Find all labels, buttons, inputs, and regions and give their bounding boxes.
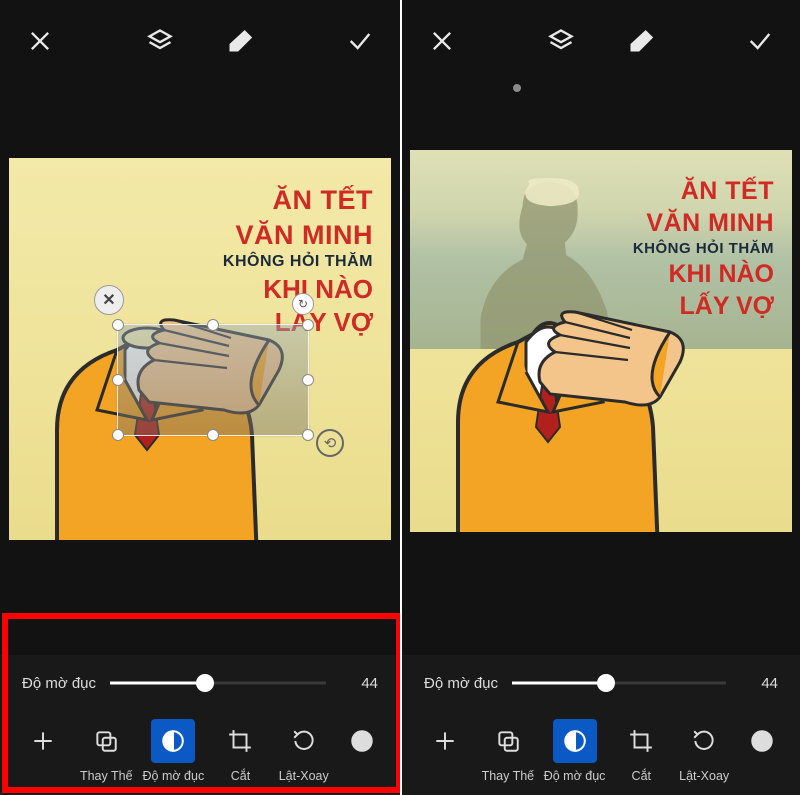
meme-text-line: ĂN TẾT xyxy=(223,183,373,218)
layers-icon[interactable] xyxy=(146,27,174,55)
flip-rotate-icon xyxy=(282,719,326,763)
add-layer-button[interactable] xyxy=(418,719,472,769)
bottom-panel: Độ mờ đục 44 Thay Thế xyxy=(0,655,400,795)
add-layer-button[interactable] xyxy=(16,719,70,769)
top-bar xyxy=(402,0,800,82)
replace-icon xyxy=(486,719,530,763)
bottom-panel: Độ mờ đục 44 Thay Thế xyxy=(402,655,800,795)
check-icon[interactable] xyxy=(346,27,374,55)
region-tool[interactable]: Vùn xyxy=(740,719,784,783)
mini-slider[interactable] xyxy=(402,82,800,94)
eraser-icon[interactable] xyxy=(226,27,254,55)
editor-pane-right: ĂN TẾT VĂN MINH KHÔNG HỎI THĂM KHI NÀO L… xyxy=(400,0,800,795)
flip-rotate-tool[interactable]: Lật-Xoay xyxy=(277,719,331,783)
opacity-slider[interactable] xyxy=(110,673,326,693)
opacity-label: Độ mờ đục xyxy=(424,675,498,692)
check-icon[interactable] xyxy=(746,27,774,55)
image-canvas[interactable]: ĂN TẾT VĂN MINH KHÔNG HỎI THĂM KHI NÀO L… xyxy=(410,150,792,532)
region-icon xyxy=(740,719,784,763)
flip-rotate-icon xyxy=(682,719,726,763)
resize-handle[interactable] xyxy=(207,319,219,331)
flip-rotate-tool[interactable]: Lật-Xoay xyxy=(677,719,731,783)
crop-tool[interactable]: Cắt xyxy=(614,719,668,783)
opacity-tool[interactable]: Độ mờ đục xyxy=(544,719,606,783)
region-tool[interactable]: Vùn xyxy=(340,719,384,783)
resize-handle[interactable] xyxy=(302,374,314,386)
opacity-slider[interactable] xyxy=(512,673,726,693)
close-icon[interactable] xyxy=(26,27,54,55)
reset-rotation-icon[interactable]: ↻ xyxy=(292,293,314,315)
resize-handle[interactable] xyxy=(207,429,219,441)
opacity-tool[interactable]: Độ mờ đục xyxy=(143,719,205,783)
replace-tool[interactable]: Thay Thế xyxy=(79,719,133,783)
image-canvas[interactable]: ĂN TẾT VĂN MINH KHÔNG HỎI THĂM KHI NÀO L… xyxy=(9,158,391,540)
opacity-value: 44 xyxy=(740,675,778,692)
transform-box[interactable]: ✕ ↻ ⟲ xyxy=(117,324,309,436)
region-icon xyxy=(340,719,384,763)
meme-text-line: VĂN MINH xyxy=(223,218,373,253)
tool-row: Thay Thế Độ mờ đục Cắt xyxy=(12,711,388,787)
replace-icon xyxy=(84,719,128,763)
top-bar xyxy=(0,0,400,82)
eraser-icon[interactable] xyxy=(627,27,655,55)
meme-text-line: VĂN MINH xyxy=(633,207,774,239)
resize-handle[interactable] xyxy=(112,319,124,331)
resize-handle[interactable] xyxy=(112,429,124,441)
delete-layer-icon[interactable]: ✕ xyxy=(94,285,124,315)
close-icon[interactable] xyxy=(428,27,456,55)
replace-tool[interactable]: Thay Thế xyxy=(481,719,535,783)
layers-icon[interactable] xyxy=(547,27,575,55)
resize-handle[interactable] xyxy=(302,429,314,441)
crop-icon xyxy=(218,719,262,763)
meme-character-suit xyxy=(410,252,698,532)
opacity-value: 44 xyxy=(340,675,378,692)
crop-tool[interactable]: Cắt xyxy=(213,719,267,783)
resize-handle[interactable] xyxy=(112,374,124,386)
opacity-label: Độ mờ đục xyxy=(22,675,96,692)
free-rotate-icon[interactable]: ⟲ xyxy=(316,429,344,457)
opacity-icon xyxy=(553,719,597,763)
tool-row: Thay Thế Độ mờ đục Cắt xyxy=(414,711,788,787)
editor-pane-left: ĂN TẾT VĂN MINH KHÔNG HỎI THĂM KHI NÀO L… xyxy=(0,0,400,795)
crop-icon xyxy=(619,719,663,763)
resize-handle[interactable] xyxy=(302,319,314,331)
opacity-icon xyxy=(151,719,195,763)
meme-text-line: ĂN TẾT xyxy=(633,175,774,207)
